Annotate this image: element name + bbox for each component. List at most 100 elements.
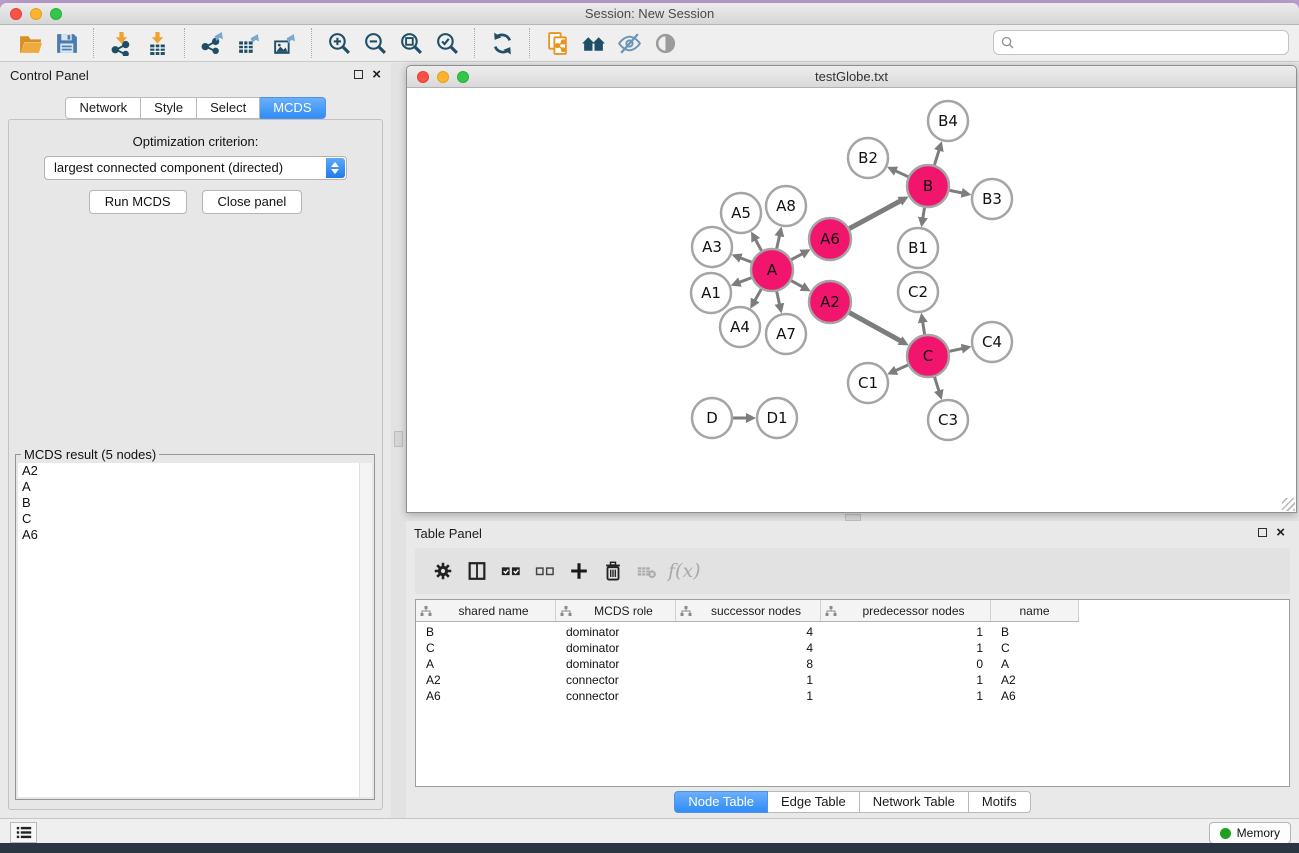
table-row[interactable]: A6connector11A6 [416,688,1289,704]
import-network-icon[interactable] [106,28,136,58]
mcds-result-item[interactable]: A2 [18,463,372,479]
graph-edge-A2-C[interactable] [849,313,901,341]
graph-edge-C-C1[interactable] [895,365,908,371]
float-panel-icon[interactable] [354,70,363,79]
import-table-icon[interactable] [142,28,172,58]
search-field[interactable] [993,30,1289,55]
tab-mcds[interactable]: MCDS [260,97,325,119]
zoom-window-button[interactable] [50,8,62,20]
export-network-icon[interactable] [197,28,227,58]
graph-edge-A-A3[interactable] [740,258,751,262]
table-row[interactable]: Bdominator41B [416,624,1289,640]
graph-edge-B-B4[interactable] [934,150,939,165]
graph-edge-C-C3[interactable] [935,377,939,391]
toolbar-separator [184,28,185,58]
graph-edge-A-A1[interactable] [739,278,751,283]
graph-edge-A-A5[interactable] [755,239,761,250]
show-all-eye-icon[interactable] [650,28,680,58]
network-zoom-button[interactable] [457,71,469,83]
table-cell: A2 [416,672,556,688]
table-settings-gear-icon[interactable] [426,554,460,588]
window-resize-grip[interactable] [1282,498,1295,511]
column-header-shared-name[interactable]: shared name [416,600,556,621]
graph-edge-A-A4[interactable] [755,289,762,301]
graph-edge-B-B3[interactable] [950,190,963,193]
table-cell: B [991,624,1079,640]
graph-edge-B-B2[interactable] [895,171,908,177]
float-table-panel-icon[interactable] [1258,528,1267,537]
column-header-mcds-role[interactable]: MCDS role [556,600,676,621]
split-table-view-icon[interactable] [460,554,494,588]
deselect-all-rows-icon[interactable] [528,554,562,588]
graph-node-label-B3: B3 [982,190,1002,208]
tab-edge-table[interactable]: Edge Table [768,791,860,813]
network-canvas[interactable]: B4B2BB3A5A8A6B1A3AC2A1A2A4A7C4CC1C3DD1 [407,89,1296,512]
graph-edge-A-A6[interactable] [791,254,802,260]
open-file-icon[interactable] [15,28,45,58]
tab-select[interactable]: Select [197,97,260,119]
table-toolbar: f(x) [415,548,1290,594]
zoom-selected-icon[interactable] [432,28,462,58]
graph-edge-C-C2[interactable] [923,322,925,335]
mcds-result-item[interactable]: B [18,495,372,511]
table-row[interactable]: Cdominator41C [416,640,1289,656]
graph-edge-A6-B[interactable] [849,201,900,229]
mcds-result-title: MCDS result (5 nodes) [21,447,159,462]
zoom-fit-icon[interactable] [396,28,426,58]
memory-button[interactable]: Memory [1209,822,1291,844]
export-image-icon[interactable] [269,28,299,58]
graph-node-label-C2: C2 [908,283,928,301]
close-table-panel-icon[interactable]: × [1276,528,1285,537]
column-header-successor-nodes[interactable]: successor nodes [676,600,821,621]
tab-network-table[interactable]: Network Table [860,791,969,813]
main-toolbar [0,25,1299,62]
tab-network[interactable]: Network [65,97,141,119]
home-icon[interactable] [578,28,608,58]
network-minimize-button[interactable] [437,71,449,83]
graph-node-label-B1: B1 [908,239,928,257]
optimization-criterion-select[interactable]: largest connected component (directed) [44,156,347,180]
add-column-icon[interactable] [562,554,596,588]
mcds-result-item[interactable]: A [18,479,372,495]
network-close-button[interactable] [417,71,429,83]
mcds-result-item[interactable]: C [18,511,372,527]
table-row[interactable]: A2connector11A2 [416,672,1289,688]
close-panel-button[interactable]: Close panel [202,190,303,214]
window-controls [10,8,62,20]
zoom-in-icon[interactable] [324,28,354,58]
tab-node-table[interactable]: Node Table [674,791,768,813]
minimize-window-button[interactable] [30,8,42,20]
close-window-button[interactable] [10,8,22,20]
result-list-scrollbar[interactable] [359,463,372,797]
table-cell: B [416,624,556,640]
clone-network-icon[interactable] [542,28,572,58]
export-table-icon[interactable] [233,28,263,58]
horizontal-splitter-grip[interactable] [845,514,861,521]
graph-edge-A-A7[interactable] [777,291,780,304]
zoom-out-icon[interactable] [360,28,390,58]
graph-edge-A-A2[interactable] [791,281,803,287]
select-all-rows-icon[interactable] [494,554,528,588]
save-session-icon[interactable] [51,28,81,58]
tab-style[interactable]: Style [141,97,197,119]
graph-node-label-A7: A7 [776,325,796,343]
column-header-name[interactable]: name [991,600,1079,621]
graph-edge-C-C4[interactable] [949,348,962,351]
hide-selected-eye-icon[interactable] [614,28,644,58]
table-row[interactable]: Adominator80A [416,656,1289,672]
graph-node-label-A5: A5 [731,204,751,222]
close-panel-icon[interactable]: × [372,70,381,79]
vertical-splitter-grip[interactable] [394,431,403,447]
graph-edge-B-B1[interactable] [923,208,925,219]
task-history-button[interactable] [10,822,37,843]
run-mcds-button[interactable]: Run MCDS [89,190,187,214]
mcds-result-list[interactable]: A2ABCA6 [18,463,372,797]
graph-edge-A-A8[interactable] [777,235,780,248]
search-input[interactable] [1019,33,1288,53]
delete-column-trash-icon[interactable] [596,554,630,588]
app-window: Session: New Session Control [0,3,1299,846]
mcds-result-item[interactable]: A6 [18,527,372,543]
refresh-layout-icon[interactable] [487,28,517,58]
tab-motifs[interactable]: Motifs [969,791,1031,813]
column-header-predecessor-nodes[interactable]: predecessor nodes [821,600,991,621]
